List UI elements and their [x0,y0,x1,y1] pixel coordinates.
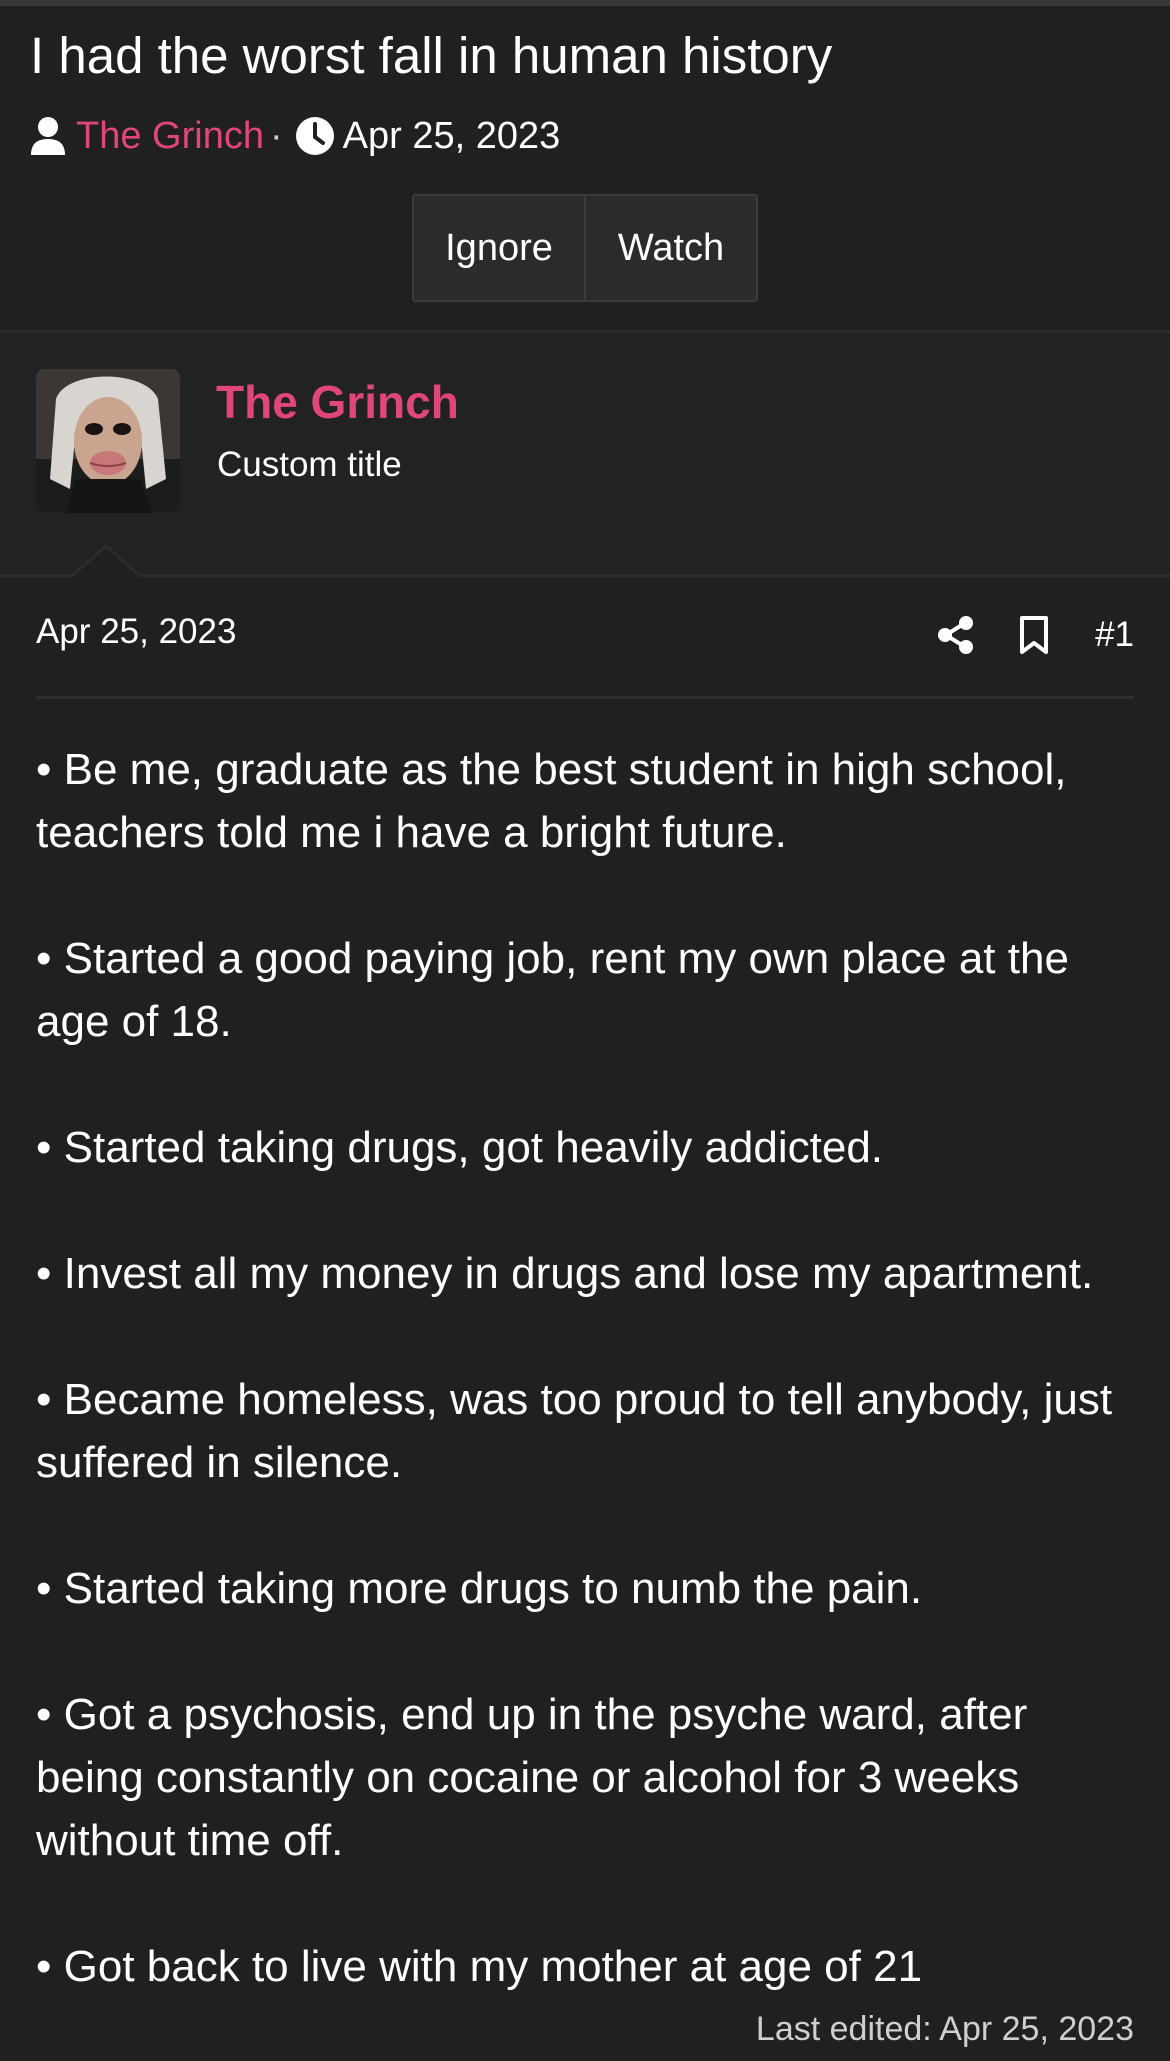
thread-title: I had the worst fall in human history [30,27,833,84]
clock-icon [295,116,335,156]
thread-meta: The Grinch · Apr 25, 2023 [30,108,560,164]
post-actions: #1 [937,610,1134,660]
post-line: • Became homeless, was too proud to tell… [36,1375,1113,1487]
post-line: • Got a psychosis, end up in the psyche … [36,1690,1028,1865]
post-date[interactable]: Apr 25, 2023 [36,612,236,652]
post-line: • Started taking more drugs to numb the … [36,1564,923,1613]
post-line: • Got back to live with my mother at age… [36,1942,923,1991]
post-header-rule [36,696,1134,699]
meta-separator: · [269,114,283,157]
post-line: • Started taking drugs, got heavily addi… [36,1123,884,1172]
ignore-button[interactable]: Ignore [414,196,586,300]
user-icon [30,116,66,156]
post-body: • Be me, graduate as the best student in… [36,738,1146,2061]
thread-action-buttons: Ignore Watch [412,194,758,302]
header-pointer-fill [73,548,139,577]
post-line: • Be me, graduate as the best student in… [36,745,1067,857]
thread-author-link[interactable]: The Grinch [76,115,264,158]
post-user-header: The Grinch Custom title [0,333,1170,573]
post-number-link[interactable]: #1 [1095,615,1134,655]
post-username[interactable]: The Grinch [216,375,459,429]
last-edited-note: Last edited: Apr 25, 2023 [755,2010,1134,2048]
post-header-divider [0,574,1170,577]
share-icon[interactable] [937,615,975,655]
post-line: • Invest all my money in drugs and lose … [36,1249,1094,1298]
post-line: • Started a good paying job, rent my own… [36,934,1069,1046]
top-border [0,0,1170,6]
watch-button[interactable]: Watch [586,196,756,300]
bookmark-icon[interactable] [1017,615,1051,655]
user-custom-title: Custom title [217,445,402,484]
avatar[interactable] [36,369,180,513]
thread-date[interactable]: Apr 25, 2023 [343,115,561,158]
